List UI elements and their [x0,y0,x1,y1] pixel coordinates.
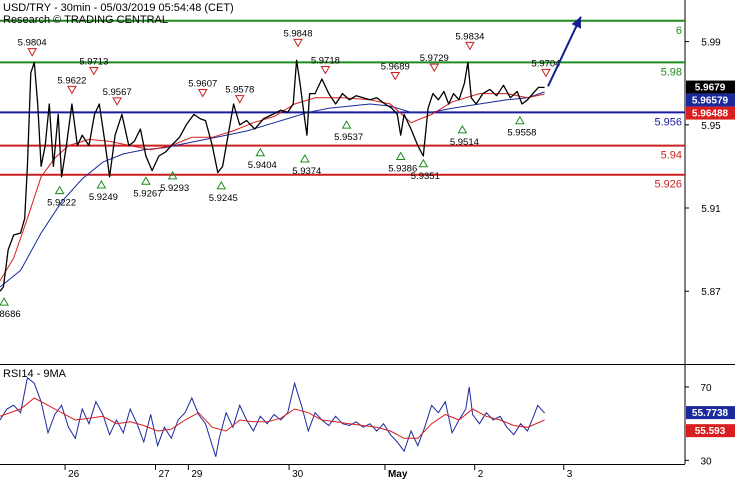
time-tick-label: 30 [292,469,304,480]
level-label-5.94: 5.94 [661,150,682,162]
high-marker-label: 5.9567 [103,87,132,98]
low-marker-label: 5.9537 [334,132,363,143]
high-marker-label: 5.9578 [225,85,254,96]
time-tick-label: 3 [567,469,573,480]
price-tick-label: 5.91 [701,204,721,215]
low-marker-label: 5.9249 [89,192,118,203]
rsi-badge-text: 55.7738 [692,408,729,419]
chart-background [0,0,735,480]
level-label-5.926: 5.926 [654,179,682,191]
time-tick-label: May [388,469,408,480]
low-marker-label: 5.9558 [507,128,536,139]
time-tick-label: 27 [158,469,170,480]
price-badge-text: 5.96488 [692,109,729,120]
high-marker-label: 5.9804 [18,38,47,49]
low-marker-label: 5.9245 [209,193,238,204]
low-marker-label: 5.9514 [450,137,479,148]
high-marker-label: 5.9848 [283,28,312,39]
high-marker-label: 5.9834 [455,31,484,42]
rsi-tick-label: 70 [700,383,712,394]
price-badges: 5.9679 5.96579 5.96488 [686,80,735,120]
time-tick-label: 26 [68,469,80,480]
level-label-5.98: 5.98 [661,66,682,78]
low-marker-label: 5.8686 [0,309,21,320]
high-marker-label: 5.9689 [381,61,410,72]
rsi-tick-label: 30 [700,456,712,467]
high-marker-label: 5.9713 [79,56,108,67]
level-label-6: 6 [676,25,682,37]
price-tick-label: 5.95 [701,121,721,132]
usdtry-chart: 6 5.98 5.956 5.94 5.926 5.9804 5.9622 5.9713 5.… [0,0,735,480]
high-marker-label: 5.9718 [311,55,340,66]
price-tick-label: 5.87 [701,287,721,298]
high-marker-label: 5.9607 [188,79,217,90]
level-label-5.956: 5.956 [654,116,682,128]
time-tick-label: 2 [478,469,484,480]
low-marker-label: 5.9374 [292,166,321,177]
low-marker-label: 5.9404 [248,160,277,171]
price-badge-text: 5.96579 [692,96,729,107]
time-tick-label: 29 [191,469,203,480]
low-marker-label: 5.9293 [160,183,189,194]
price-badge-text: 5.9679 [695,83,726,94]
high-marker-label: 5.9729 [420,53,449,64]
low-marker-label: 5.9222 [47,198,76,209]
price-tick-label: 5.99 [701,38,721,49]
high-marker-label: 5.9622 [57,75,86,86]
rsi-title: RSI14 - 9MA [3,368,67,380]
rsi-badge-text: 55.593 [695,426,726,437]
low-marker-label: 5.9351 [411,171,440,182]
chart-title: USD/TRY - 30min - 05/03/2019 05:54:48 (C… [3,2,234,14]
low-marker-label: 5.9267 [133,188,162,199]
chart-credit: Research © TRADING CENTRAL [3,14,168,26]
